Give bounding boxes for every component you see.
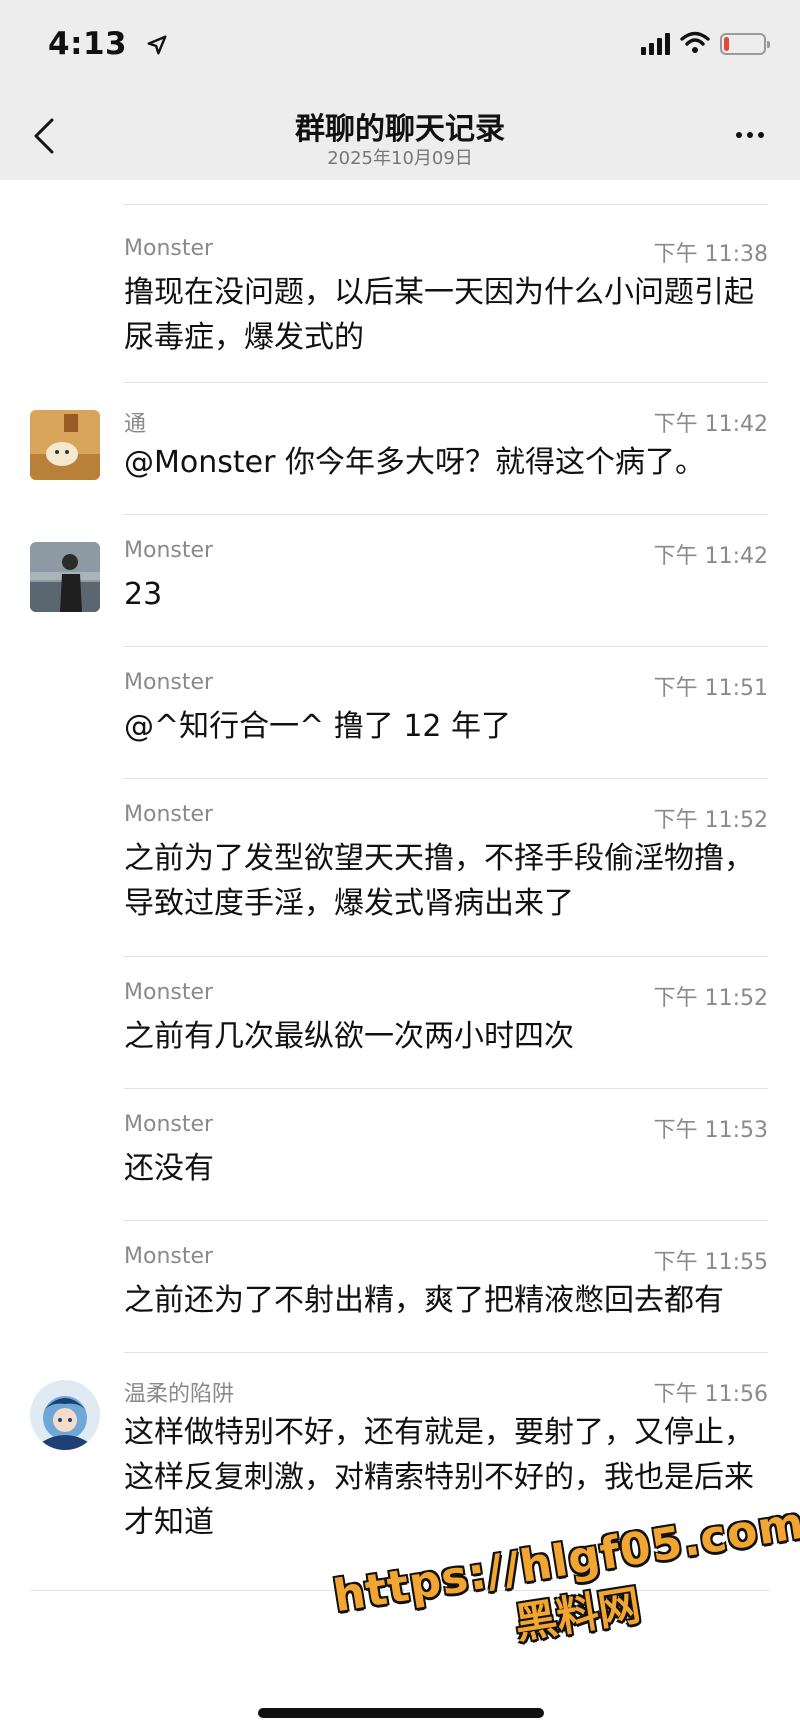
sender-name: Monster xyxy=(124,1244,214,1269)
message-time: 下午 11:51 xyxy=(653,676,768,701)
status-bar: 4:13 xyxy=(0,0,800,92)
message-text: @^知行合一^ 撸了 12 年了 xyxy=(124,709,512,744)
status-time: 4:13 xyxy=(48,26,168,64)
more-dot xyxy=(736,132,742,138)
more-dot xyxy=(747,132,753,138)
divider xyxy=(124,1088,768,1089)
more-button[interactable] xyxy=(728,120,772,150)
sender-name: Monster xyxy=(124,236,214,261)
divider xyxy=(124,1352,768,1353)
clock-text: 4:13 xyxy=(48,26,128,62)
page-title: 群聊的聊天记录 xyxy=(295,112,505,147)
sender-name: Monster xyxy=(124,980,214,1005)
anime-avatar[interactable] xyxy=(30,1380,100,1450)
home-indicator[interactable] xyxy=(258,1708,544,1718)
message-time: 下午 11:56 xyxy=(653,1382,768,1407)
battery-icon xyxy=(720,33,770,55)
message-time: 下午 11:42 xyxy=(653,544,768,569)
page-subtitle-date: 2025年10月09日 xyxy=(327,148,473,169)
divider xyxy=(124,204,768,205)
location-arrow-icon xyxy=(146,28,168,64)
message-text: 撸现在没问题，以后某一天因为什么小问题引起尿毒症，爆发式的 xyxy=(124,275,754,355)
sender-name: Monster xyxy=(124,538,214,563)
sender-name: Monster xyxy=(124,802,214,827)
nav-bar: 群聊的聊天记录 2025年10月09日 xyxy=(0,92,800,180)
divider xyxy=(124,514,768,515)
message-text: 23 xyxy=(124,577,163,612)
divider xyxy=(124,1220,768,1221)
wifi-icon xyxy=(680,30,710,58)
signal-icon xyxy=(641,33,670,55)
message-text: @Monster 你今年多大呀？就得这个病了。 xyxy=(124,445,705,480)
divider xyxy=(124,956,768,957)
message-time: 下午 11:52 xyxy=(653,808,768,833)
status-icons xyxy=(641,30,770,58)
message-time: 下午 11:55 xyxy=(653,1250,768,1275)
message-text: 之前有几次最纵欲一次两小时四次 xyxy=(124,1019,574,1054)
sender-name: Monster xyxy=(124,670,214,695)
battery-level xyxy=(724,37,729,51)
message-time: 下午 11:53 xyxy=(653,1118,768,1143)
more-dot xyxy=(758,132,764,138)
message-text: 之前为了发型欲望天天撸，不择手段偷淫物撸，导致过度手淫，爆发式肾病出来了 xyxy=(124,841,754,921)
message-time: 下午 11:52 xyxy=(653,986,768,1011)
divider xyxy=(124,646,768,647)
sender-name: 温柔的陷阱 xyxy=(124,1382,235,1407)
cat-avatar[interactable] xyxy=(30,410,100,480)
message-text: 之前还为了不射出精，爽了把精液憋回去都有 xyxy=(124,1283,724,1318)
message-time: 下午 11:38 xyxy=(653,242,768,267)
divider xyxy=(124,778,768,779)
sender-name: Monster xyxy=(124,1112,214,1137)
sender-name: 通 xyxy=(124,412,147,437)
person-avatar[interactable] xyxy=(30,542,100,612)
message-text: 还没有 xyxy=(124,1151,214,1186)
message-time: 下午 11:42 xyxy=(653,412,768,437)
divider xyxy=(124,382,768,383)
